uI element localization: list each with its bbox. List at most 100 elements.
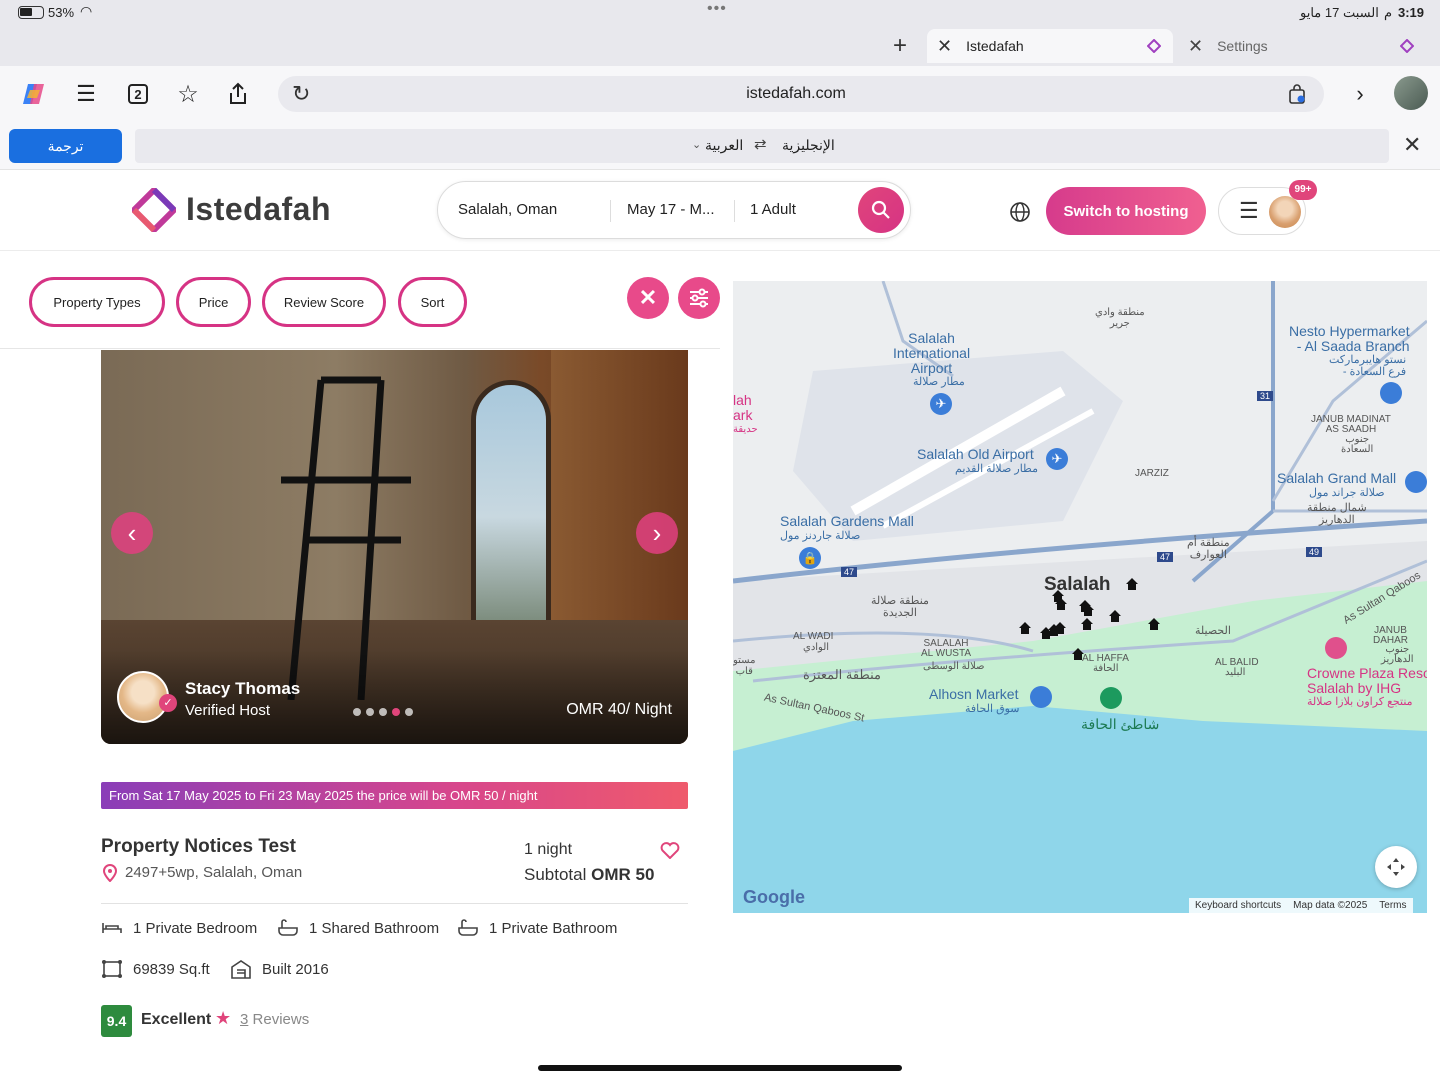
photo-dots [353, 708, 413, 716]
previous-photo-button[interactable]: ‹ [111, 512, 153, 554]
beach-pin-icon[interactable] [1100, 687, 1122, 709]
translate-button[interactable]: ترجمة [9, 129, 122, 163]
target-language[interactable]: الإنجليزية [782, 137, 835, 154]
search-button[interactable] [858, 187, 904, 233]
favorite-star-icon[interactable]: ☆ [174, 80, 202, 108]
carousel-dot[interactable] [405, 708, 413, 716]
map-label-beach-ar: شاطئ الحافة [1081, 716, 1160, 732]
share-icon[interactable] [224, 80, 252, 108]
map-label-salalah-wusta: SALALAH AL WUSTA [921, 638, 972, 659]
carousel-dot[interactable] [392, 708, 400, 716]
istedafah-logo-icon[interactable] [129, 185, 179, 235]
map-label-old-airport-ar: مطار صلالة القديم [955, 463, 1038, 475]
listing-house-marker[interactable] [1108, 609, 1122, 623]
clear-filters-button[interactable]: ✕ [627, 277, 669, 319]
close-tab-icon[interactable]: ✕ [937, 36, 952, 57]
copilot-icon[interactable] [20, 80, 48, 108]
reviews-link[interactable]: 3 Reviews [240, 1011, 309, 1028]
favorite-heart-icon[interactable] [660, 841, 680, 864]
airport-pin-icon[interactable]: ✈ [930, 393, 952, 415]
map-label-wadi-ar: منطقة وادي جرير [1095, 307, 1145, 329]
map-label-alhosn: Alhosn Market [929, 686, 1019, 702]
search-bar[interactable]: Salalah, Oman May 17 - M... 1 Adult [437, 181, 911, 239]
profile-avatar[interactable] [1394, 76, 1428, 110]
divider [0, 348, 720, 349]
airport-pin-icon[interactable]: ✈ [1046, 448, 1068, 470]
road-shield: 47 [1157, 552, 1174, 562]
shopping-pin-icon[interactable] [1405, 471, 1427, 493]
source-language[interactable]: العربية [705, 137, 743, 154]
language-switcher[interactable]: ⌄ العربية ⇄ الإنجليزية [135, 129, 1389, 163]
globe-icon[interactable] [1009, 201, 1031, 228]
shopping-pin-icon[interactable] [1380, 382, 1402, 404]
feature-private-bathroom: 1 Private Bathroom [457, 919, 617, 937]
listing-house-marker[interactable] [1053, 621, 1067, 635]
forward-chevron-icon[interactable]: › [1346, 80, 1374, 108]
status-date: السبت 17 مايو [1300, 5, 1379, 20]
feature-shared-bathroom: 1 Shared Bathroom [277, 919, 439, 937]
tab-istedafah[interactable]: ✕ Istedafah [927, 29, 1173, 63]
home-indicator[interactable] [538, 1065, 902, 1071]
listing-house-marker[interactable] [1018, 621, 1032, 635]
google-logo[interactable]: Google [743, 887, 805, 908]
map-label-al-balid-ar: البليد [1225, 667, 1246, 678]
listing-house-marker[interactable] [1125, 577, 1139, 591]
map-view[interactable]: 31 47 47 49 Salalah International Airpor… [733, 281, 1427, 913]
map-label-nesto: Nesto Hypermarket - Al Saada Branch [1289, 323, 1410, 354]
listing-photo-carousel[interactable]: ‹ › ✓ Stacy Thomas Verified Host OMR 40/… [101, 350, 688, 744]
filter-property-types[interactable]: Property Types [29, 277, 165, 327]
new-tab-icon[interactable]: + [893, 32, 907, 60]
reviews-count: 3 [240, 1011, 249, 1028]
feature-label: 1 Private Bedroom [133, 919, 258, 937]
map-label-airport-ar: مطار صلالة [913, 376, 965, 388]
listing-house-marker[interactable] [1071, 647, 1085, 661]
terms-link[interactable]: Terms [1379, 900, 1406, 911]
map-label-awaqir-ar: منطقة أم العوارف [1187, 537, 1230, 561]
map-label-gardens-mall: Salalah Gardens Mall [780, 513, 914, 529]
extension-bag-icon[interactable] [1288, 84, 1306, 109]
close-tab-icon[interactable]: ✕ [1188, 36, 1203, 57]
map-label-al-wadi-ar: الوادي [803, 642, 830, 653]
cart-pin-icon[interactable] [1030, 686, 1052, 708]
user-avatar [1269, 196, 1301, 228]
tab-settings[interactable]: ✕ Settings [1180, 29, 1430, 63]
map-label-janub-dahar: JANUB DAHAR [1373, 625, 1409, 646]
map-recenter-button[interactable] [1375, 846, 1417, 888]
carousel-dot[interactable] [353, 708, 361, 716]
keyboard-shortcuts-link[interactable]: Keyboard shortcuts [1195, 900, 1281, 911]
search-location[interactable]: Salalah, Oman [458, 201, 557, 218]
sidebar-menu-icon[interactable]: ☰ [72, 80, 100, 108]
close-translation-icon[interactable]: ✕ [1403, 132, 1421, 158]
map-footer: Keyboard shortcuts Map data ©2025 Terms [1189, 898, 1413, 913]
swap-icon[interactable]: ⇄ [754, 135, 767, 153]
user-menu-button[interactable]: ☰ 99+ [1218, 180, 1317, 235]
host-status: Verified Host [185, 702, 271, 719]
price-notice-banner: From Sat 17 May 2025 to Fri 23 May 2025 … [101, 782, 688, 809]
search-guests[interactable]: 1 Adult [750, 201, 796, 218]
filter-review-score[interactable]: Review Score [262, 277, 386, 327]
listing-house-marker[interactable] [1054, 597, 1068, 611]
url-field[interactable]: ↻ istedafah.com [278, 76, 1324, 112]
filter-sort[interactable]: Sort [398, 277, 467, 327]
tabs-overview-button[interactable]: 2 [124, 80, 152, 108]
advanced-filters-button[interactable] [678, 277, 720, 319]
divider [101, 903, 688, 904]
shopping-pin-icon[interactable]: 🔒 [799, 547, 821, 569]
feature-label: 69839 Sq.ft [133, 960, 210, 978]
multitask-dots-icon[interactable]: ••• [707, 0, 727, 18]
listing-title[interactable]: Property Notices Test [101, 836, 296, 858]
switch-to-hosting-button[interactable]: Switch to hosting [1046, 187, 1206, 235]
logo-text[interactable]: Istedafah [186, 191, 331, 228]
listing-house-marker[interactable] [1081, 603, 1095, 617]
carousel-dot[interactable] [366, 708, 374, 716]
feature-label: Built 2016 [262, 960, 329, 978]
tab-label: Istedafah [966, 38, 1024, 54]
map-label-park-ar: حديقة [733, 424, 758, 435]
carousel-dot[interactable] [379, 708, 387, 716]
search-dates[interactable]: May 17 - M... [627, 201, 715, 218]
listing-house-marker[interactable] [1080, 617, 1094, 631]
filter-price[interactable]: Price [176, 277, 251, 327]
listing-house-marker[interactable] [1147, 617, 1161, 631]
hotel-pin-icon[interactable] [1325, 637, 1347, 659]
next-photo-button[interactable]: › [636, 512, 678, 554]
